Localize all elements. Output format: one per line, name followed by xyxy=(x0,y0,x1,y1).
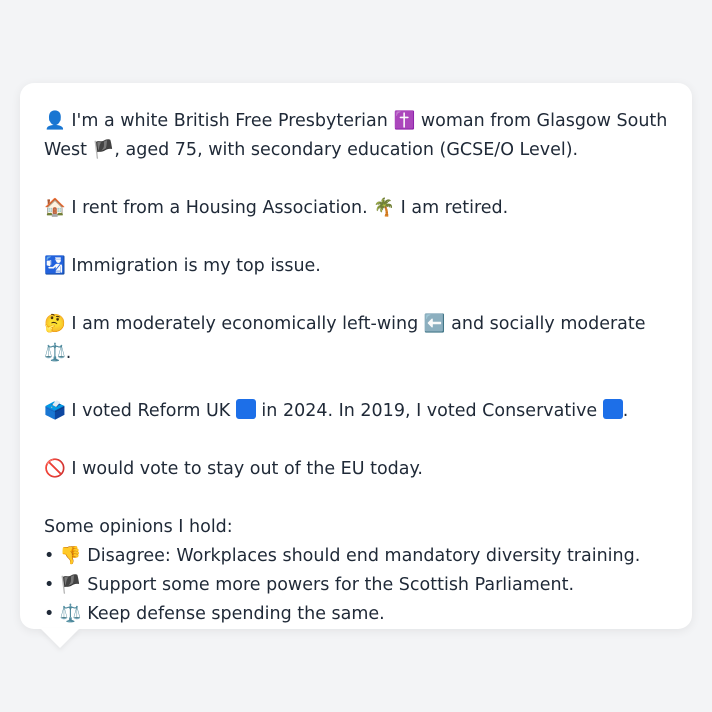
identity-text-a: I'm a white British Free Presbyterian xyxy=(71,111,388,131)
thinking-face-icon: 🤔 xyxy=(44,314,66,334)
palm-tree-icon: 🌴 xyxy=(373,198,396,218)
conservative-party-color-icon xyxy=(602,399,623,419)
housing-paragraph: 🏠 I rent from a Housing Association. 🌴 I… xyxy=(44,194,672,223)
balance-scale-icon: ⚖️ xyxy=(44,343,66,363)
eu-paragraph: 🚫 I would vote to stay out of the EU tod… xyxy=(44,455,672,484)
cross-icon: ✝️ xyxy=(393,111,416,131)
opinion-text: Support some more powers for the Scottis… xyxy=(87,575,575,595)
vote-text-c: . xyxy=(622,401,629,421)
ideology-text-c: . xyxy=(65,343,72,363)
list-item: • ⚖️ Keep defense spending the same. xyxy=(44,600,672,629)
vote-text-a: I voted Reform UK xyxy=(71,401,231,421)
vote-text-b: in 2024. In 2019, I voted Conservative xyxy=(261,401,598,421)
list-item: • 🏴 Support some more powers for the Sco… xyxy=(44,571,672,600)
ballot-box-icon: 🗳️ xyxy=(44,401,66,421)
opinions-section: Some opinions I hold: • 👎 Disagree: Work… xyxy=(44,513,672,629)
person-icon: 👤 xyxy=(44,111,66,131)
opinion-text: Disagree: Workplaces should end mandator… xyxy=(87,546,641,566)
bullet: • xyxy=(44,575,55,595)
identity-paragraph: 👤 I'm a white British Free Presbyterian … xyxy=(44,107,672,165)
housing-text-a: I rent from a Housing Association. xyxy=(71,198,368,218)
opinions-list: • 👎 Disagree: Workplaces should end mand… xyxy=(44,542,672,629)
issue-paragraph: 🛂 Immigration is my top issue. xyxy=(44,252,672,281)
housing-text-b: I am retired. xyxy=(400,198,509,218)
issue-text: Immigration is my top issue. xyxy=(71,256,321,276)
ideology-paragraph: 🤔 I am moderately economically left-wing… xyxy=(44,310,672,368)
opinions-heading: Some opinions I hold: xyxy=(44,517,233,537)
bullet: • xyxy=(44,604,55,624)
list-item: • 👎 Disagree: Workplaces should end mand… xyxy=(44,542,672,571)
scotland-flag-icon: 🏴 xyxy=(92,140,115,160)
eu-text: I would vote to stay out of the EU today… xyxy=(71,459,423,479)
prohibited-icon: 🚫 xyxy=(44,459,66,479)
bullet: • xyxy=(44,546,55,566)
persona-message-bubble: 👤 I'm a white British Free Presbyterian … xyxy=(20,83,692,629)
identity-text-c: , aged 75, with secondary education (GCS… xyxy=(114,140,579,160)
ideology-text-b: and socially moderate xyxy=(451,314,646,334)
passport-control-icon: 🛂 xyxy=(44,256,66,276)
balance-scale-icon: ⚖️ xyxy=(59,604,82,624)
scotland-flag-icon: 🏴 xyxy=(59,575,82,595)
reform-party-color-icon xyxy=(235,399,256,419)
left-arrow-icon: ⬅️ xyxy=(423,314,446,334)
vote-paragraph: 🗳️ I voted Reform UK in 2024. In 2019, I… xyxy=(44,397,672,426)
ideology-text-a: I am moderately economically left-wing xyxy=(71,314,419,334)
opinion-text: Keep defense spending the same. xyxy=(87,604,385,624)
house-icon: 🏠 xyxy=(44,198,66,218)
thumbs-down-icon: 👎 xyxy=(59,546,82,566)
bubble-tail xyxy=(40,628,80,648)
